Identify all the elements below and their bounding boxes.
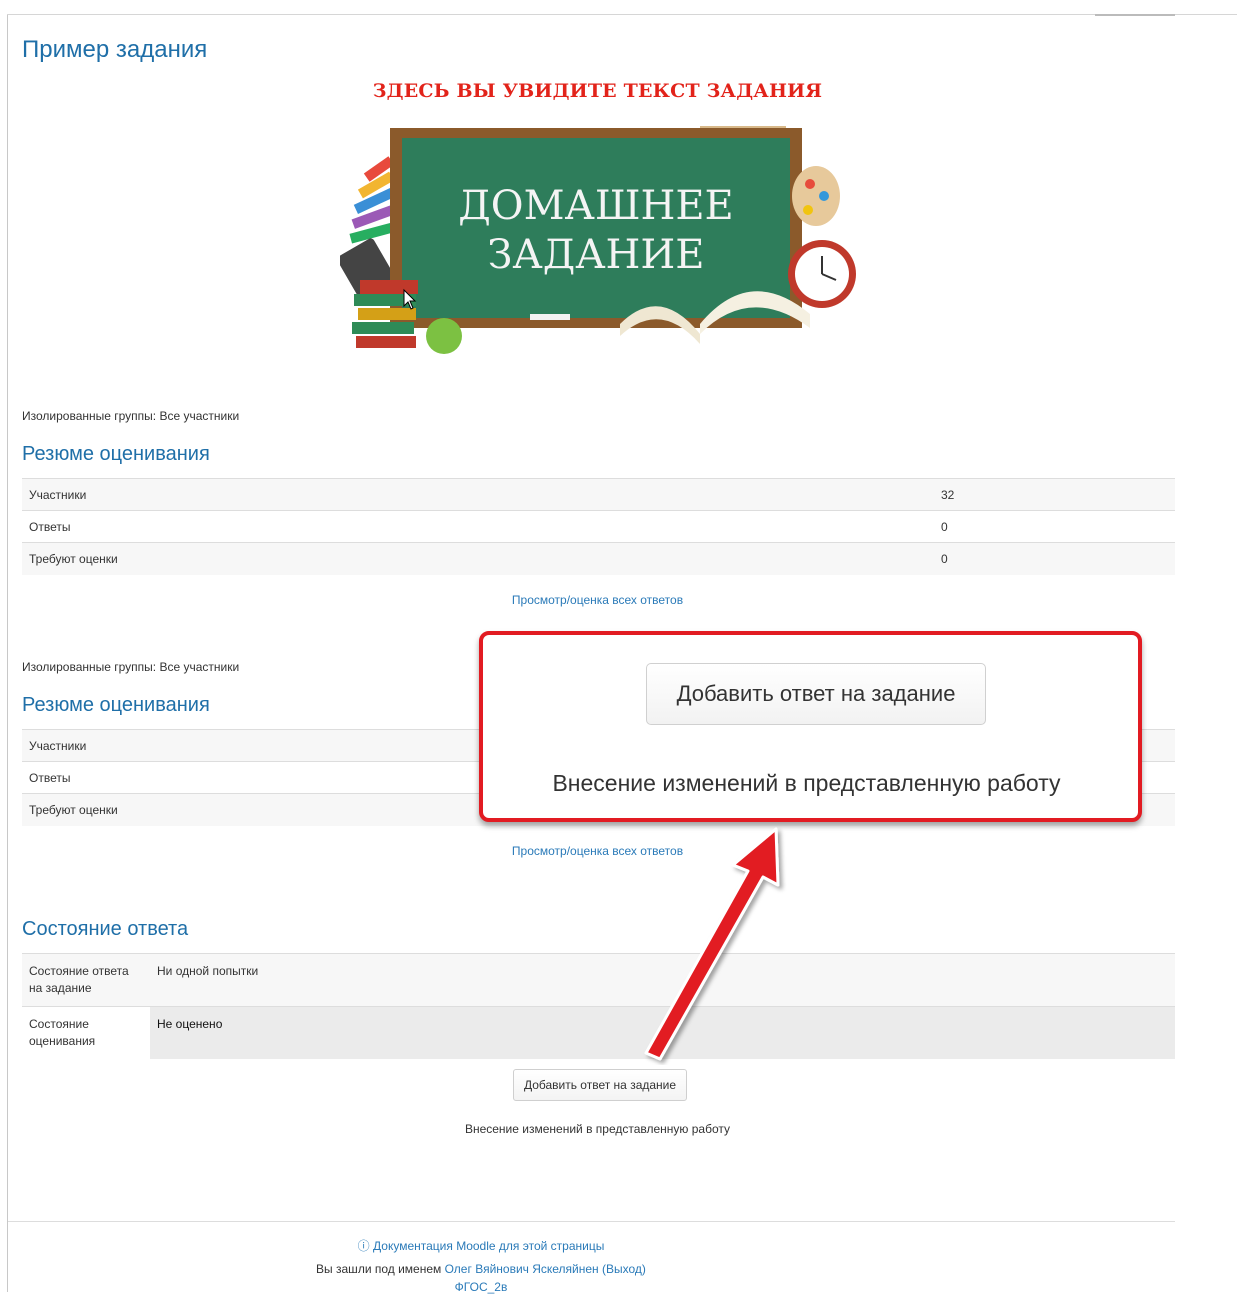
status-label: Состояние ответа на задание (22, 953, 150, 1007)
footer-divider (8, 1221, 1175, 1222)
table-row: Состояние ответа на задание Ни одной поп… (22, 953, 1175, 1007)
apple (426, 318, 462, 354)
table-row: Состояние оценивания Не оценено (22, 1006, 1175, 1059)
summary-label: Участники (22, 478, 934, 511)
table-row: Участники 32 (22, 478, 1175, 511)
paint-palette (792, 166, 840, 226)
login-info-prefix: Вы зашли под именем (316, 1262, 445, 1276)
logout-link[interactable]: (Выход) (602, 1262, 646, 1276)
moodle-docs-link[interactable]: ⓘ Документация Moodle для этой страницы (0, 1237, 962, 1254)
login-info: Вы зашли под именем Олег Вяйнович Яскеля… (0, 1262, 962, 1276)
table-row: Требуют оценки 0 (22, 542, 1175, 575)
page-frame-left-border (7, 14, 8, 1292)
grading-summary-table: Участники 32 Ответы 0 Требуют оценки 0 (22, 478, 1175, 575)
page-frame-top-accent (1095, 14, 1175, 16)
books-stack (352, 280, 418, 348)
info-icon: ⓘ (357, 1239, 374, 1253)
assignment-banner-text: ЗДЕСЬ ВЫ УВИДИТЕ ТЕКСТ ЗАДАНИЯ (372, 80, 823, 102)
add-submission-button[interactable]: Добавить ответ на задание (513, 1069, 687, 1101)
submission-status-table: Состояние ответа на задание Ни одной поп… (22, 953, 1175, 1059)
status-label: Состояние оценивания (22, 1006, 150, 1059)
annotation-arrow-icon (644, 827, 780, 1061)
chalkboard-line-2: ЗАДАНИЕ (488, 232, 705, 278)
grading-summary-title: Резюме оценивания (22, 443, 210, 465)
grading-summary-title-2: Резюме оценивания (22, 694, 210, 716)
user-profile-link[interactable]: Олег Вяйнович Яскеляйнен (445, 1262, 599, 1276)
submission-status-title: Состояние ответа (22, 918, 189, 940)
table-row: Ответы 0 (22, 510, 1175, 543)
edit-submission-note: Внесение изменений в представленную рабо… (464, 1122, 731, 1136)
view-all-submissions-link[interactable]: Просмотр/оценка всех ответов (0, 593, 1195, 607)
summary-label: Ответы (22, 510, 934, 543)
homework-illustration: ДОМАШНЕЕ ЗАДАНИЕ (340, 126, 856, 354)
summary-value: 0 (934, 510, 1175, 543)
group-mode-label-2: Изолированные группы: Все участники (22, 660, 240, 674)
callout-add-submission-button[interactable]: Добавить ответ на задание (646, 663, 986, 725)
page-frame-top-border (7, 14, 1237, 15)
chalkboard-line-1: ДОМАШНЕЕ (458, 183, 734, 229)
annotation-callout: Добавить ответ на задание Внесение измен… (479, 631, 1142, 822)
summary-value: 32 (934, 478, 1175, 511)
group-mode-label: Изолированные группы: Все участники (22, 409, 240, 423)
page-title: Пример задания (22, 36, 208, 63)
summary-value: 0 (934, 542, 1175, 575)
moodle-docs-link-label: Документация Moodle для этой страницы (373, 1239, 605, 1253)
callout-edit-note: Внесение изменений в представленную рабо… (552, 770, 1061, 796)
summary-label: Требуют оценки (22, 542, 934, 575)
view-all-submissions-link-2[interactable]: Просмотр/оценка всех ответов (0, 844, 1195, 858)
pencils (349, 156, 395, 244)
